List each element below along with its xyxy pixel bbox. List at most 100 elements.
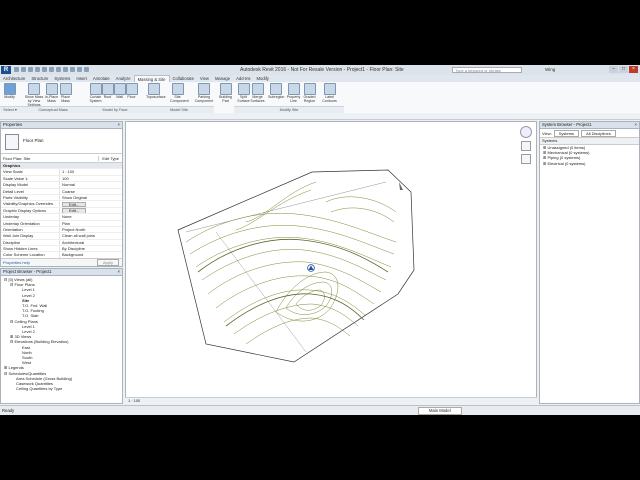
floor-button[interactable]: Floor <box>124 83 139 105</box>
modify-button[interactable]: Modify <box>2 83 17 105</box>
model-selector[interactable]: Main Model <box>418 407 462 415</box>
user-name[interactable]: Wing <box>545 67 555 72</box>
edit-button[interactable]: Edit... <box>62 208 87 214</box>
type-selector[interactable]: Floor Plan <box>1 129 122 154</box>
tab-structure[interactable]: Structure <box>28 75 51 82</box>
building-pad-button[interactable]: Building Pad <box>218 83 233 105</box>
property-value[interactable]: Edit... <box>59 201 122 207</box>
toposurface-button[interactable]: Toposurface <box>146 83 166 105</box>
show-mass-by-view-settings-button[interactable]: Show Mass by View Settings <box>24 83 44 107</box>
options-bar <box>0 113 640 120</box>
tab-view[interactable]: View <box>197 75 212 82</box>
property-value[interactable]: By Discipline <box>59 246 122 252</box>
thin-lines-icon[interactable] <box>77 67 82 72</box>
merge-surfaces-icon <box>251 83 264 95</box>
property-line-icon <box>287 83 300 95</box>
close-icon[interactable]: × <box>118 122 120 128</box>
tab-architecture[interactable]: Architecture <box>0 75 28 82</box>
edit-type-button[interactable]: Edit Type <box>98 155 122 161</box>
property-value[interactable]: Edit... <box>59 207 122 214</box>
property-value[interactable]: Project North <box>59 226 122 233</box>
browser-tree: ⊟ [0] Views (all) ⊟ Floor Plans Level 1 Lev… <box>1 276 122 391</box>
button-label: Subregion <box>268 95 285 99</box>
property-value[interactable]: Plan <box>59 220 122 226</box>
close-icon[interactable]: × <box>635 122 637 128</box>
label-contours-icon <box>323 83 336 95</box>
open-icon[interactable] <box>14 67 19 72</box>
drawing-area[interactable] <box>125 121 537 401</box>
site-component-icon <box>171 83 184 95</box>
tab-manage[interactable]: Manage <box>212 75 233 82</box>
section-icon[interactable] <box>70 67 75 72</box>
undo-icon[interactable] <box>28 67 33 72</box>
redo-icon[interactable] <box>35 67 40 72</box>
close-windows-icon[interactable] <box>84 67 89 72</box>
properties-title: Properties <box>3 122 23 127</box>
parking-component-button[interactable]: Parking Component <box>194 83 214 105</box>
view-scale[interactable]: 1 : 100 <box>125 398 140 403</box>
property-value[interactable]: None <box>59 214 122 220</box>
property-value[interactable]: Coarse <box>59 188 122 194</box>
site-line <box>215 231 307 353</box>
tab-annotate[interactable]: Annotate <box>90 75 113 82</box>
instance-selector[interactable]: Floor Plan: Site <box>1 156 98 161</box>
tab-massing-site[interactable]: Massing & Site <box>133 75 170 82</box>
edit-button[interactable]: Edit... <box>62 201 87 207</box>
in-place-mass-button[interactable]: In-Place Mass <box>44 83 59 105</box>
browser-tree-item[interactable]: Ceiling Quantities by Type <box>1 386 122 391</box>
survey-point-icon[interactable] <box>307 264 315 272</box>
property-value[interactable]: Clean all wall joins <box>59 233 122 239</box>
subregion-button[interactable]: Subregion <box>268 83 285 105</box>
merge-surfaces-button[interactable]: Merge Surfaces <box>250 83 265 105</box>
button-label: Split Surface <box>237 95 250 103</box>
split-surface-button[interactable]: Split Surface <box>236 83 251 105</box>
text-icon[interactable] <box>56 67 61 72</box>
maximize-button[interactable]: □ <box>619 66 628 73</box>
systems-column-header[interactable]: Systems <box>540 138 639 145</box>
close-icon[interactable]: × <box>118 269 120 275</box>
search-input[interactable]: Type a keyword or phrase <box>452 67 522 73</box>
property-value[interactable]: Normal <box>59 182 122 188</box>
application-menu-button[interactable]: R <box>1 66 11 74</box>
system-tree-item[interactable]: ⊞ Electrical (0 systems) <box>540 161 639 166</box>
site-component-button[interactable]: Site Component <box>170 83 189 105</box>
status-text: Ready <box>2 408 15 413</box>
property-value[interactable]: Architectural <box>59 239 122 246</box>
tab-insert[interactable]: Insert <box>73 75 89 82</box>
site-plan-drawing[interactable] <box>126 122 536 400</box>
tab-systems[interactable]: Systems <box>51 75 73 82</box>
minimize-button[interactable]: – <box>609 66 618 73</box>
tab-modify[interactable]: Modify <box>254 75 272 82</box>
properties-help-link[interactable]: Properties help <box>1 260 30 265</box>
contour-lines <box>185 181 397 345</box>
close-button[interactable]: × <box>629 66 638 73</box>
view-select[interactable]: Systems <box>553 129 580 137</box>
measure-icon[interactable] <box>49 67 54 72</box>
view-label: View: <box>542 130 552 136</box>
tab-add-ins[interactable]: Add-Ins <box>233 75 253 82</box>
panel-label: Select ▾ <box>0 106 20 113</box>
print-icon[interactable] <box>42 67 47 72</box>
view-control-bar: 1 : 100 <box>125 397 537 404</box>
graded-region-button[interactable]: Graded Region <box>302 83 317 105</box>
property-value[interactable]: 100 <box>59 175 122 182</box>
viewcube-icon[interactable] <box>520 126 532 138</box>
property-value[interactable]: 1 : 100 <box>59 169 122 175</box>
type-name: Floor Plan <box>23 138 44 143</box>
tab-collaborate[interactable]: Collaborate <box>170 75 197 82</box>
place-mass-button[interactable]: Place Mass <box>58 83 73 105</box>
save-icon[interactable] <box>21 67 26 72</box>
property-line-button[interactable]: Property Line <box>286 83 301 105</box>
3d-view-icon[interactable] <box>63 67 68 72</box>
zoom-icon[interactable] <box>521 154 531 164</box>
button-label: Place Mass <box>61 95 70 103</box>
property-value[interactable]: Show Original <box>59 194 122 201</box>
apply-button[interactable]: Apply <box>96 259 119 266</box>
label-contours-button[interactable]: Label Contours <box>322 83 337 105</box>
system-browser-header: System Browser - Project1 × <box>540 122 639 129</box>
tab-analyze[interactable]: Analyze <box>113 75 134 82</box>
button-label: Floor <box>127 95 136 99</box>
discipline-select[interactable]: All Disciplines <box>581 129 616 137</box>
floor-icon <box>125 83 138 95</box>
steering-wheel-icon[interactable] <box>521 141 531 151</box>
